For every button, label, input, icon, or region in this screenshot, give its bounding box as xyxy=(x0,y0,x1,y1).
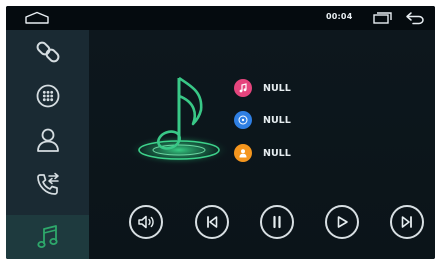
next-button[interactable] xyxy=(390,205,424,239)
bluetooth-music-screen: 00:04 NULL NULL NULL xyxy=(6,6,435,259)
previous-icon xyxy=(207,216,218,228)
pause-button[interactable] xyxy=(260,205,294,239)
previous-button[interactable] xyxy=(195,205,229,239)
music-note-icon xyxy=(127,76,231,166)
track-album-row: NULL xyxy=(234,144,291,162)
person-icon xyxy=(234,144,252,162)
play-button[interactable] xyxy=(325,205,359,239)
status-bar: 00:04 xyxy=(6,6,435,30)
contacts-icon xyxy=(36,128,59,152)
dialpad-icon xyxy=(36,84,59,108)
call-log-icon xyxy=(36,172,59,195)
sidebar-item-connection[interactable] xyxy=(6,30,89,74)
sidebar-item-music[interactable] xyxy=(6,215,89,259)
clock: 00:04 xyxy=(326,12,353,21)
home-icon[interactable] xyxy=(24,11,50,25)
track-title: NULL xyxy=(263,82,291,94)
music-player: NULL NULL NULL xyxy=(89,30,435,259)
disc-icon xyxy=(234,111,252,129)
track-artist: NULL xyxy=(263,114,291,126)
sidebar xyxy=(6,30,89,259)
play-icon xyxy=(337,216,348,228)
sidebar-item-contacts[interactable] xyxy=(6,118,89,162)
volume-icon xyxy=(138,215,154,229)
link-icon xyxy=(36,41,59,63)
next-icon xyxy=(401,216,412,228)
back-icon[interactable] xyxy=(404,11,426,25)
track-title-row: NULL xyxy=(234,79,291,97)
music-icon xyxy=(36,225,58,248)
track-artist-row: NULL xyxy=(234,111,291,129)
pause-icon xyxy=(273,215,281,229)
recents-icon[interactable] xyxy=(373,11,393,25)
track-album: NULL xyxy=(263,147,291,159)
sidebar-item-call-log[interactable] xyxy=(6,162,89,206)
volume-button[interactable] xyxy=(129,205,163,239)
sidebar-item-dialpad[interactable] xyxy=(6,74,89,118)
song-icon xyxy=(234,79,252,97)
